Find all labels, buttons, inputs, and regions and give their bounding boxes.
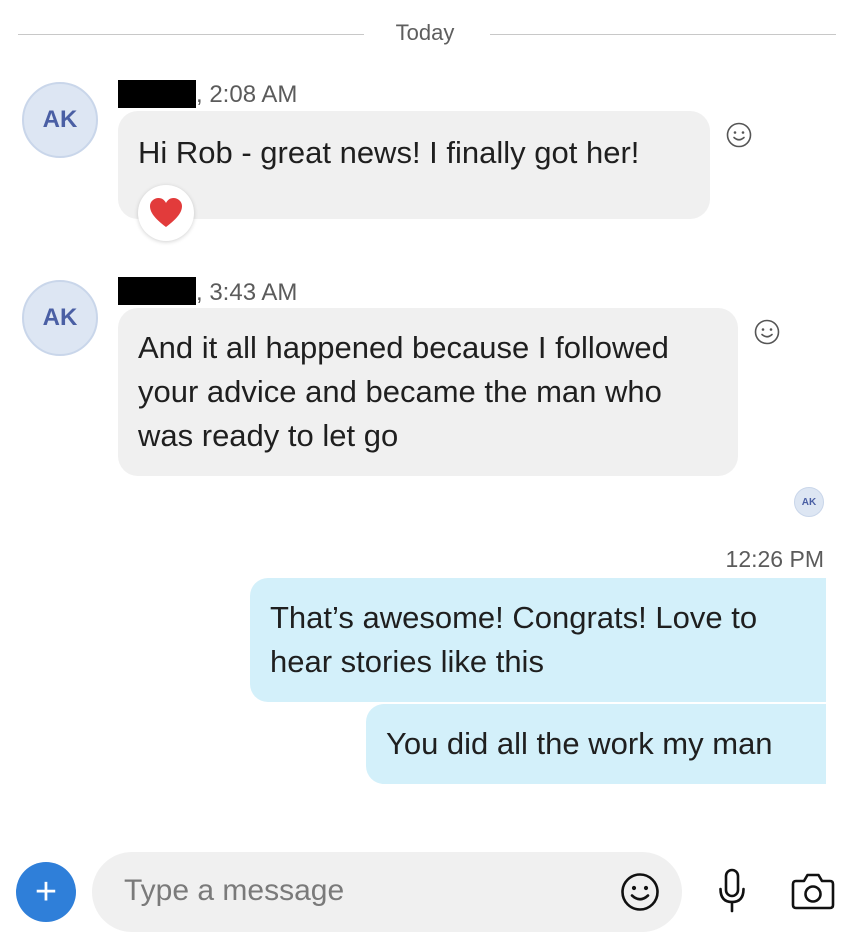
- message-text-line: That’s awesome! Congrats! Love to: [270, 600, 758, 635]
- message-time: 12:26 PM: [725, 546, 824, 572]
- heart-icon: [150, 198, 182, 227]
- message-time: , 3:43 AM: [196, 279, 298, 306]
- message-text-line: was ready to let go: [138, 418, 399, 453]
- message-bubble[interactable]: Hi Rob - great news! I finally got her!: [118, 111, 710, 219]
- read-receipt-avatar: AK: [794, 487, 824, 517]
- message-time: , 2:08 AM: [196, 81, 298, 108]
- sent-message-bubble[interactable]: That’s awesome! Congrats! Love to hear s…: [250, 578, 826, 702]
- message-bubble[interactable]: And it all happened because I followed y…: [118, 308, 738, 476]
- avatar[interactable]: AK: [22, 280, 98, 356]
- redacted-name: [118, 80, 196, 108]
- camera-icon[interactable]: [790, 871, 836, 911]
- sent-message-bubble[interactable]: You did all the work my man: [366, 704, 826, 784]
- plus-icon: +: [34, 870, 58, 913]
- add-reaction-icon[interactable]: [754, 319, 780, 345]
- date-divider: Today: [395, 20, 455, 45]
- heart-reaction[interactable]: [138, 185, 194, 241]
- avatar[interactable]: AK: [22, 82, 98, 158]
- message-input-placeholder: Type a message: [124, 874, 345, 907]
- message-text-line: hear stories like this: [270, 644, 544, 679]
- add-attachment-button[interactable]: +: [16, 862, 76, 922]
- redacted-name: [118, 277, 196, 305]
- message-text: You did all the work my man: [386, 726, 773, 761]
- smile-icon[interactable]: [620, 872, 660, 912]
- divider-line-right: [490, 34, 836, 35]
- add-reaction-icon[interactable]: [726, 122, 752, 148]
- message-text-line: your advice and became the man who: [138, 374, 662, 409]
- message-text-line: And it all happened because I followed: [138, 330, 669, 365]
- message-text: Hi Rob - great news! I finally got her!: [138, 135, 640, 170]
- microphone-icon[interactable]: [717, 868, 747, 914]
- message-input[interactable]: Type a message: [92, 852, 682, 932]
